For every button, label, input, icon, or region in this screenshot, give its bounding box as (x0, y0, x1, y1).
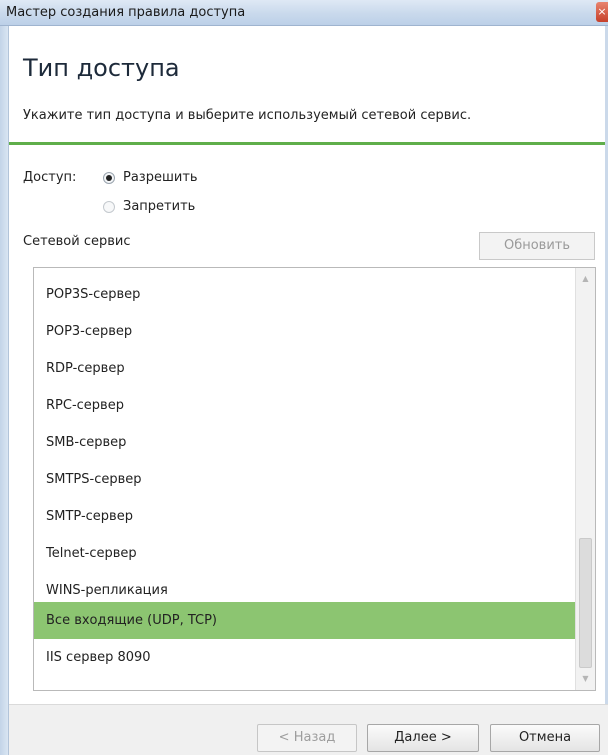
close-icon[interactable]: × (596, 2, 608, 22)
scroll-thumb[interactable] (579, 538, 592, 668)
list-item[interactable]: SMTP-сервер (34, 498, 576, 535)
list-item[interactable]: POP3S-сервер (34, 276, 576, 313)
scroll-up-icon[interactable]: ▲ (576, 270, 595, 288)
service-list[interactable]: POP3S-сервер POP3-сервер RDP-сервер RPC-… (33, 267, 596, 691)
header-divider (9, 142, 605, 145)
radio-allow-indicator[interactable] (103, 171, 115, 184)
next-button[interactable]: Далее > (367, 724, 479, 752)
back-button[interactable]: < Назад (257, 724, 357, 752)
window-frame-left (0, 26, 9, 755)
list-item-selected[interactable]: Все входящие (UDP, TCP) (34, 602, 576, 639)
window-title: Мастер создания правила доступа (6, 5, 246, 20)
list-item[interactable]: POP3-сервер (34, 313, 576, 350)
refresh-button[interactable]: Обновить (479, 232, 595, 260)
list-item[interactable]: Telnet-сервер (34, 535, 576, 572)
network-service-label: Сетевой сервис (23, 234, 131, 249)
radio-deny-indicator[interactable] (103, 200, 115, 213)
list-item[interactable]: RPC-сервер (34, 387, 576, 424)
page-subtitle: Укажите тип доступа и выберите используе… (23, 108, 472, 123)
page-title: Тип доступа (23, 54, 180, 82)
radio-allow[interactable]: Разрешить (103, 170, 198, 185)
list-item[interactable]: RDP-сервер (34, 350, 576, 387)
scroll-down-icon[interactable]: ▼ (576, 670, 595, 688)
list-item[interactable]: SMB-сервер (34, 424, 576, 461)
title-bar: Мастер создания правила доступа × (0, 0, 608, 26)
cancel-button[interactable]: Отмена (490, 724, 600, 752)
radio-deny-label[interactable]: Запретить (123, 199, 195, 214)
list-item[interactable]: SMTPS-сервер (34, 461, 576, 498)
list-item[interactable]: IIS сервер 8090 (34, 639, 576, 676)
radio-allow-label[interactable]: Разрешить (123, 170, 198, 185)
list-scrollbar[interactable]: ▲ ▼ (575, 268, 595, 690)
radio-deny[interactable]: Запретить (103, 199, 195, 214)
access-label: Доступ: (23, 170, 77, 185)
